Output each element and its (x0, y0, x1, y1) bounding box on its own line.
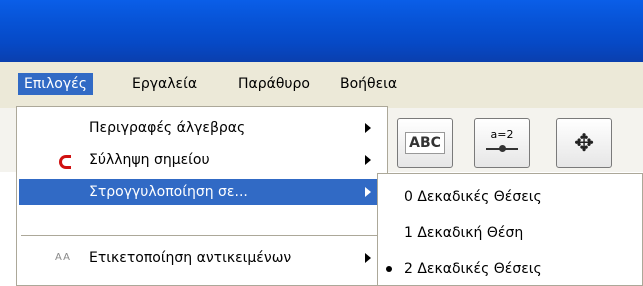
text-tool-button[interactable]: ABC (397, 118, 453, 168)
magnet-icon (59, 155, 71, 169)
menu-separator (21, 235, 383, 236)
rounding-option-label: 0 Δεκαδικές Θέσεις (404, 189, 542, 205)
slider-tool-button[interactable]: a=2 (474, 118, 530, 168)
rounding-option-0[interactable]: 0 Δεκαδικές Θέσεις (380, 182, 642, 212)
rounding-submenu: 0 Δεκαδικές Θέσεις 1 Δεκαδική Θέση 2 Δεκ… (377, 173, 643, 286)
rounding-option-label: 1 Δεκαδική Θέση (404, 225, 524, 241)
menu-options[interactable]: Επιλογές (18, 73, 93, 95)
window-titlebar (0, 0, 643, 62)
menu-item-label: Ετικετοποίηση αντικειμένων (89, 250, 292, 266)
menu-bar: Επιλογές Εργαλεία Παράθυρο Βοήθεια (0, 62, 643, 108)
rounding-option-2[interactable]: 2 Δεκαδικές Θέσεις (380, 254, 642, 284)
menu-item-label: Στρογγυλοποίηση σε... (89, 184, 248, 200)
rounding-option-1[interactable]: 1 Δεκαδική Θέση (380, 218, 642, 248)
submenu-arrow-icon (365, 253, 371, 263)
aa-icon: AA (55, 252, 71, 263)
menu-help[interactable]: Βοήθεια (334, 73, 403, 95)
menu-item-rounding[interactable]: Στρογγυλοποίηση σε... (19, 179, 385, 205)
text-tool-icon: ABC (405, 132, 445, 154)
move-tool-icon: ✥ (573, 129, 595, 157)
menu-item-point-capturing[interactable]: Σύλληψη σημείου (19, 147, 385, 173)
menu-item-labeling[interactable]: AA Ετικετοποίηση αντικειμένων (19, 245, 385, 271)
submenu-arrow-icon (365, 187, 371, 197)
menu-tools[interactable]: Εργαλεία (126, 73, 203, 95)
slider-tool-label: a=2 (490, 128, 514, 141)
options-dropdown-menu: Περιγραφές άλγεβρας Σύλληψη σημείου Στρο… (16, 106, 388, 286)
selected-bullet-icon (386, 266, 392, 272)
move-tool-button[interactable]: ✥ (556, 118, 612, 168)
menu-item-label: Περιγραφές άλγεβρας (89, 120, 246, 136)
rounding-option-label: 2 Δεκαδικές Θέσεις (404, 261, 542, 277)
menu-window[interactable]: Παράθυρο (232, 73, 316, 95)
submenu-arrow-icon (365, 155, 371, 165)
menu-item-algebra-descriptions[interactable]: Περιγραφές άλγεβρας (19, 115, 385, 141)
submenu-arrow-icon (365, 123, 371, 133)
menu-item-label: Σύλληψη σημείου (89, 152, 210, 168)
slider-tool-icon: a=2 (484, 128, 520, 158)
